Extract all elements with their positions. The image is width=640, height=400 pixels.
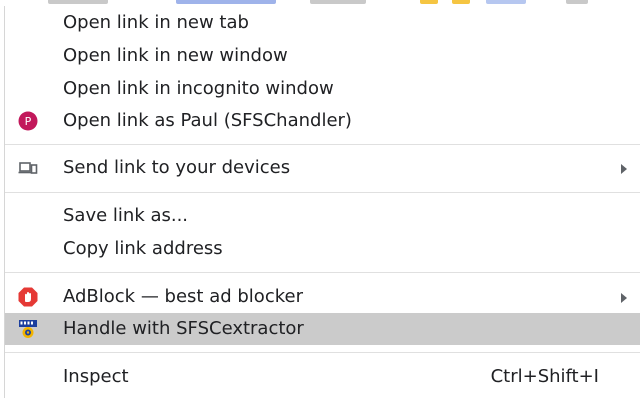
avatar-letter: P (25, 115, 32, 128)
send-to-devices-icon (18, 158, 38, 178)
adblock-icon (18, 287, 38, 307)
inspect-shortcut: Ctrl+Shift+I (490, 366, 599, 387)
menu-item-open-incognito[interactable]: Open link in incognito window (5, 73, 640, 105)
menu-item-label: Save link as... (63, 205, 189, 226)
menu-item-open-new-tab[interactable]: Open link in new tab (5, 7, 640, 39)
profile-avatar-icon: P (18, 111, 38, 131)
menu-item-open-as-profile[interactable]: P Open link as Paul (SFSChandler) (5, 105, 640, 137)
menu-item-label: Open link in new tab (63, 12, 249, 33)
sfsc-extractor-icon (18, 319, 38, 339)
menu-item-save-link-as[interactable]: Save link as... (5, 200, 640, 232)
context-menu: Open link in new tab Open link in new wi… (4, 6, 640, 398)
menu-separator (5, 352, 640, 353)
menu-item-copy-link-address[interactable]: Copy link address (5, 233, 640, 265)
menu-item-inspect[interactable]: Inspect Ctrl+Shift+I (5, 361, 640, 393)
menu-item-label: Copy link address (63, 238, 223, 259)
menu-item-label: Open link in incognito window (63, 78, 334, 99)
menu-separator (5, 192, 640, 193)
menu-item-label: Open link as Paul (SFSChandler) (63, 110, 352, 131)
menu-item-label: Inspect (63, 366, 129, 387)
menu-item-label: Open link in new window (63, 45, 288, 66)
menu-item-adblock[interactable]: AdBlock — best ad blocker (5, 281, 640, 313)
menu-separator (5, 144, 640, 145)
menu-item-label: Send link to your devices (63, 157, 291, 178)
submenu-arrow-icon (621, 293, 627, 303)
submenu-arrow-icon (621, 164, 627, 174)
menu-item-label: Handle with SFSCextractor (63, 318, 304, 339)
menu-item-send-to-devices[interactable]: Send link to your devices (5, 152, 640, 184)
menu-item-open-new-window[interactable]: Open link in new window (5, 40, 640, 72)
menu-separator (5, 272, 640, 273)
menu-item-label: AdBlock — best ad blocker (63, 286, 303, 307)
menu-item-handle-sfsc[interactable]: Handle with SFSCextractor (5, 313, 640, 345)
